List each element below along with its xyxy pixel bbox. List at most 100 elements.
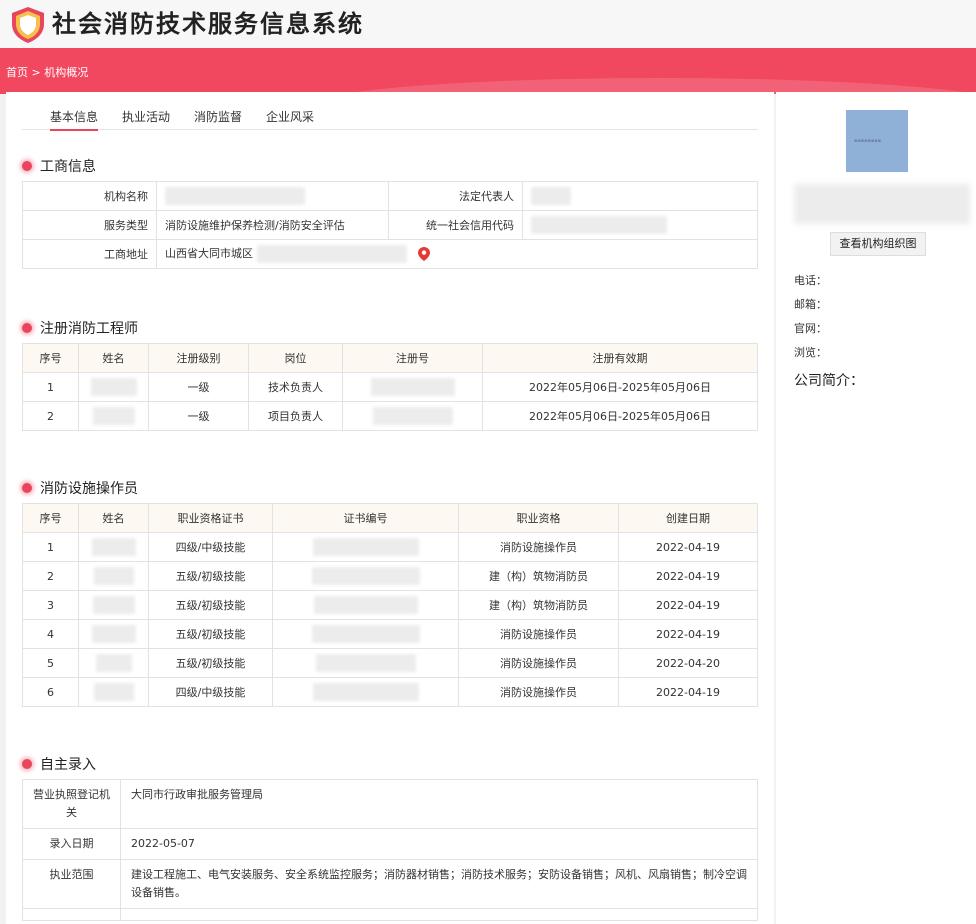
- cell-no: 1: [22, 532, 79, 562]
- cell-cert-no: [272, 677, 459, 707]
- cell-name: [78, 590, 149, 620]
- col-header: 岗位: [248, 343, 343, 373]
- view-org-chart-button[interactable]: 查看机构组织图: [830, 232, 926, 256]
- redacted-value: [92, 407, 135, 425]
- cell-level: 一级: [148, 401, 249, 431]
- cell-validity: 2022年05月06日-2025年05月06日: [482, 372, 758, 402]
- tab-basic-info[interactable]: 基本信息: [50, 108, 99, 131]
- address-cell: 山西省大同市城区: [156, 239, 758, 269]
- business-info-table: 机构名称 法定代表人 服务类型 消防设施维护保养检测/消防安全评估 统一社会信用…: [22, 181, 758, 269]
- breadcrumb-separator: >: [28, 66, 45, 79]
- tab-practice-activity[interactable]: 执业活动: [122, 108, 170, 129]
- table-header-row: 序号 姓名 职业资格证书 证书编号 职业资格 创建日期: [22, 503, 758, 533]
- section-dot-icon: [22, 759, 32, 769]
- cell-qual: 消防设施操作员: [458, 648, 619, 678]
- cell-cert: 五级/初级技能: [148, 619, 273, 649]
- section-self-entry-label: 自主录入: [40, 757, 96, 773]
- section-business-title: 工商信息: [22, 156, 96, 176]
- sidebar: ▪▪▪▪▪▪▪▪ 查看机构组织图 电话： 邮箱： 官网： 浏览： 公司简介：: [776, 92, 976, 924]
- entry-date-label: 录入日期: [22, 828, 121, 860]
- credit-code-label: 统一社会信用代码: [388, 210, 523, 240]
- col-header: 序号: [22, 343, 79, 373]
- table-row: 6 四级/中级技能 消防设施操作员 2022-04-19: [22, 677, 758, 707]
- cell-no: 6: [22, 677, 79, 707]
- cell-date: 2022-04-20: [618, 648, 758, 678]
- empty-cell: [22, 908, 121, 921]
- company-intro-label: 公司简介：: [794, 373, 864, 389]
- self-entry-table: 营业执照登记机关 大同市行政审批服务管理局 录入日期 2022-05-07 执业…: [22, 779, 758, 921]
- table-row: 3 五级/初级技能 建（构）筑物消防员 2022-04-19: [22, 590, 758, 620]
- cell-name: [78, 677, 149, 707]
- section-dot-icon: [22, 323, 32, 333]
- system-title: 社会消防技术服务信息系统: [52, 9, 364, 38]
- redacted-value: [91, 625, 136, 643]
- scope-label: 执业范围: [22, 859, 121, 909]
- org-name-redacted: [794, 184, 970, 224]
- scope-value: 建设工程施工、电气安装服务、安全系统监控服务；消防器材销售；消防技术服务；安防设…: [120, 859, 758, 909]
- cell-date: 2022-04-19: [618, 590, 758, 620]
- logo-placeholder-text: ▪▪▪▪▪▪▪▪: [854, 138, 882, 144]
- table-row: 1 一级 技术负责人 2022年05月06日-2025年05月06日: [22, 372, 758, 402]
- views-label: 浏览：: [794, 346, 827, 359]
- table-row: 5 五级/初级技能 消防设施操作员 2022-04-20: [22, 648, 758, 678]
- cell-cert: 五级/初级技能: [148, 561, 273, 591]
- redacted-value: [165, 187, 305, 205]
- org-logo-image: ▪▪▪▪▪▪▪▪: [846, 110, 908, 172]
- breadcrumb: 首页 > 机构概况: [6, 64, 88, 80]
- cell-reg-no: [342, 372, 483, 402]
- main-panel: 基本信息 执业活动 消防监督 企业风采 工商信息 机构名称 法定代表人 服务类型…: [6, 92, 774, 924]
- cell-name: [78, 619, 149, 649]
- cell-no: 1: [22, 372, 79, 402]
- cell-cert-no: [272, 532, 459, 562]
- cell-date: 2022-04-19: [618, 532, 758, 562]
- engineers-table: 序号 姓名 注册级别 岗位 注册号 注册有效期 1 一级 技术负责人 2022年…: [22, 343, 758, 431]
- cell-qual: 消防设施操作员: [458, 619, 619, 649]
- cell-name: [78, 372, 149, 402]
- banner: 首页 > 机构概况: [0, 48, 976, 94]
- redacted-value: [312, 538, 419, 556]
- org-name-value: [156, 181, 389, 211]
- col-header: 注册号: [342, 343, 483, 373]
- website-label: 官网：: [794, 322, 827, 335]
- table-row: 2 一级 项目负责人 2022年05月06日-2025年05月06日: [22, 401, 758, 431]
- cell-cert: 四级/中级技能: [148, 677, 273, 707]
- breadcrumb-current: 机构概况: [44, 66, 89, 79]
- org-name-label: 机构名称: [22, 181, 157, 211]
- col-header: 注册级别: [148, 343, 249, 373]
- redacted-value: [531, 187, 571, 205]
- cell-post: 技术负责人: [248, 372, 343, 402]
- redacted-value: [92, 596, 135, 614]
- authority-value: 大同市行政审批服务管理局: [120, 779, 758, 829]
- cell-qual: 消防设施操作员: [458, 677, 619, 707]
- empty-cell: [120, 908, 758, 921]
- col-header: 证书编号: [272, 503, 459, 533]
- address-value: 山西省大同市城区: [165, 247, 253, 260]
- section-engineers-title: 注册消防工程师: [22, 318, 138, 338]
- breadcrumb-home-link[interactable]: 首页: [6, 66, 28, 79]
- redacted-value: [311, 567, 420, 585]
- section-operators-label: 消防设施操作员: [40, 481, 138, 497]
- redacted-value: [91, 538, 136, 556]
- tab-fire-supervision[interactable]: 消防监督: [194, 108, 242, 129]
- map-pin-icon[interactable]: [418, 247, 430, 261]
- cell-no: 2: [22, 561, 79, 591]
- table-row: 4 五级/初级技能 消防设施操作员 2022-04-19: [22, 619, 758, 649]
- redacted-value: [370, 378, 455, 396]
- cell-name: [78, 561, 149, 591]
- section-dot-icon: [22, 161, 32, 171]
- section-engineers-label: 注册消防工程师: [40, 321, 138, 337]
- redacted-value: [531, 216, 667, 234]
- redacted-value: [90, 378, 137, 396]
- cell-reg-no: [342, 401, 483, 431]
- credit-code-value: [522, 210, 758, 240]
- cell-qual: 建（构）筑物消防员: [458, 590, 619, 620]
- cell-cert: 五级/初级技能: [148, 648, 273, 678]
- cell-date: 2022-04-19: [618, 619, 758, 649]
- section-operators-title: 消防设施操作员: [22, 478, 138, 498]
- tab-company-style[interactable]: 企业风采: [266, 108, 314, 129]
- address-label: 工商地址: [22, 239, 157, 269]
- cell-cert-no: [272, 561, 459, 591]
- operators-table: 序号 姓名 职业资格证书 证书编号 职业资格 创建日期 1 四级/中级技能 消防…: [22, 503, 758, 707]
- authority-label: 营业执照登记机关: [22, 779, 121, 829]
- section-self-entry-title: 自主录入: [22, 754, 96, 774]
